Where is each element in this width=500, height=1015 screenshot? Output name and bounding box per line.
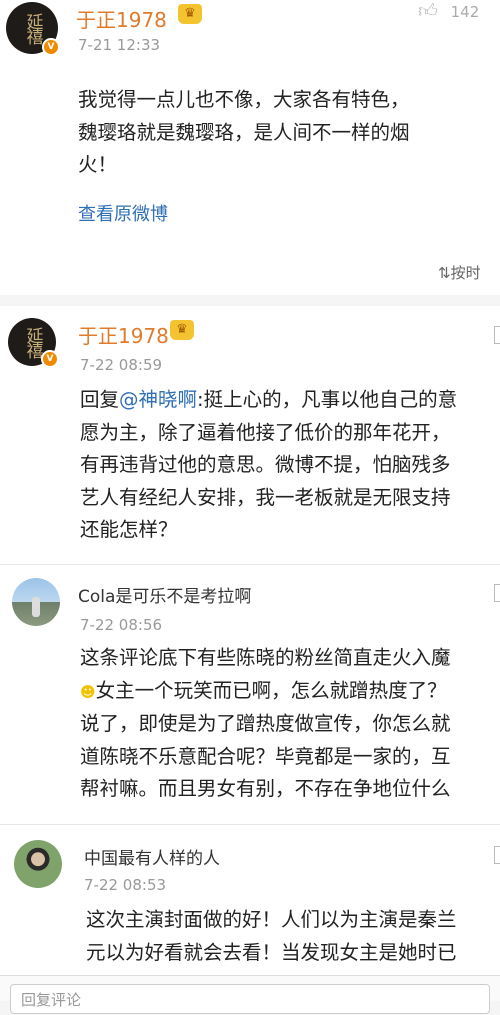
comment-text-line: 道陈晓不乐意配合呢？毕竟都是一家的，互 xyxy=(80,744,451,768)
mention-link[interactable]: @神晓啊 xyxy=(119,388,197,411)
comment-time: 7-22 08:59 xyxy=(80,356,163,374)
commenter-name[interactable]: 中国最有人样的人 xyxy=(84,844,220,869)
commenter-name[interactable]: 于正1978 xyxy=(78,320,169,349)
commenter-avatar[interactable] xyxy=(14,840,62,888)
comment-text-line: 这次主演封面做的好！人们以为主演是秦兰 xyxy=(86,908,457,931)
sort-icon: ⇅ xyxy=(438,264,451,282)
comment-text-fragment: 女主一个玩笑而已啊，怎么就蹭热度了？ xyxy=(95,678,447,702)
comment-text-line: 还能怎样？ xyxy=(80,518,178,541)
comments-card: 延禧 V 于正1978 ♛ 7-22 08:59 回复@神晓啊:挺上心的，凡事以… xyxy=(0,306,500,975)
vip-crown-icon: ♛ xyxy=(170,320,194,340)
emoji-icon: ☻ xyxy=(80,682,96,701)
comment-text-line: 回复@神晓啊:挺上心的，凡事以他自己的意 xyxy=(80,384,457,417)
comment-text-line: 愿为主，除了逼着他接了低价的那年花开， xyxy=(80,420,451,444)
view-original-link[interactable]: 查看原微博 xyxy=(78,200,168,226)
comment-text-line: 帮衬嘛。而且男女有别，不存在争地位什么 xyxy=(80,777,451,800)
comment-text-line: 艺人有经纪人安排，我一老板就是无限支持 xyxy=(80,485,451,509)
sort-label: 按时 xyxy=(450,264,481,282)
post-text-line: 火！ xyxy=(78,153,118,176)
sort-by-time-button[interactable]: ⇅按时 xyxy=(438,262,481,283)
comment-text-line: 有再违背过他的意思。微博不提，怕脑残多 xyxy=(80,453,451,476)
reply-prefix: 回复 xyxy=(80,388,120,411)
like-button[interactable]: 👍︎ 142 xyxy=(418,0,479,23)
comment-text-line: 元以为好看就会去看！当发现女主是她时已 xyxy=(86,940,457,964)
post-card: 延禧 V 于正1978 ♛ 7-21 12:33 👍︎ 142 我觉得一点儿也不… xyxy=(0,0,500,295)
commenter-avatar[interactable] xyxy=(12,578,60,626)
avatar-logo-text: 延禧 xyxy=(22,327,43,357)
post-text-line: 我觉得一点儿也不像，大家各有特色， xyxy=(78,88,410,111)
comment-text: 回复@神晓啊:挺上心的，凡事以他自己的意 愿为主，除了逼着他接了低价的那年花开，… xyxy=(80,384,457,547)
comment-text: 这条评论底下有些陈晓的粉丝简直走火入魔 ☻女主一个玩笑而已啊，怎么就蹭热度了？ … xyxy=(80,642,451,806)
post-time: 7-21 12:33 xyxy=(78,36,161,54)
comment-time: 7-22 08:53 xyxy=(84,876,167,894)
thumbs-up-icon: 👍︎ xyxy=(418,0,438,22)
verified-badge-icon: V xyxy=(42,38,60,56)
verified-badge-icon: V xyxy=(41,350,59,368)
commenter-name[interactable]: Cola是可乐不是考拉啊 xyxy=(78,582,251,607)
reply-bar: 回复评论 xyxy=(0,975,500,1014)
comment-text-line: 说了，即使是为了蹭热度做宣传，你怎么就 xyxy=(80,712,451,735)
comment-divider xyxy=(0,824,500,825)
more-options-icon[interactable] xyxy=(494,326,500,344)
more-options-icon[interactable] xyxy=(494,584,500,602)
post-text-line: 魏璎珞就是魏璎珞，是人间不一样的烟 xyxy=(78,120,410,144)
comment-divider xyxy=(0,564,500,565)
avatar-logo-text: 延禧 xyxy=(22,13,43,43)
comment-text-fragment: :挺上心的，凡事以他自己的意 xyxy=(197,388,458,411)
comment-text-line: 这条评论底下有些陈晓的粉丝简直走火入魔 xyxy=(80,646,451,669)
comment-time: 7-22 08:56 xyxy=(80,616,163,634)
post-text: 我觉得一点儿也不像，大家各有特色， 魏璎珞就是魏璎珞，是人间不一样的烟 火！ xyxy=(78,84,410,182)
avatar-figure-icon xyxy=(32,597,40,617)
more-options-icon[interactable] xyxy=(494,846,500,864)
reply-input[interactable]: 回复评论 xyxy=(10,984,490,1014)
comment-text: 这次主演封面做的好！人们以为主演是秦兰 元以为好看就会去看！当发现女主是她时已 xyxy=(86,904,457,969)
like-count: 142 xyxy=(450,3,480,21)
comment-text-line: ☻女主一个玩笑而已啊，怎么就蹭热度了？ xyxy=(80,675,451,709)
vip-crown-icon: ♛ xyxy=(178,4,202,24)
author-name[interactable]: 于正1978 xyxy=(76,4,167,33)
